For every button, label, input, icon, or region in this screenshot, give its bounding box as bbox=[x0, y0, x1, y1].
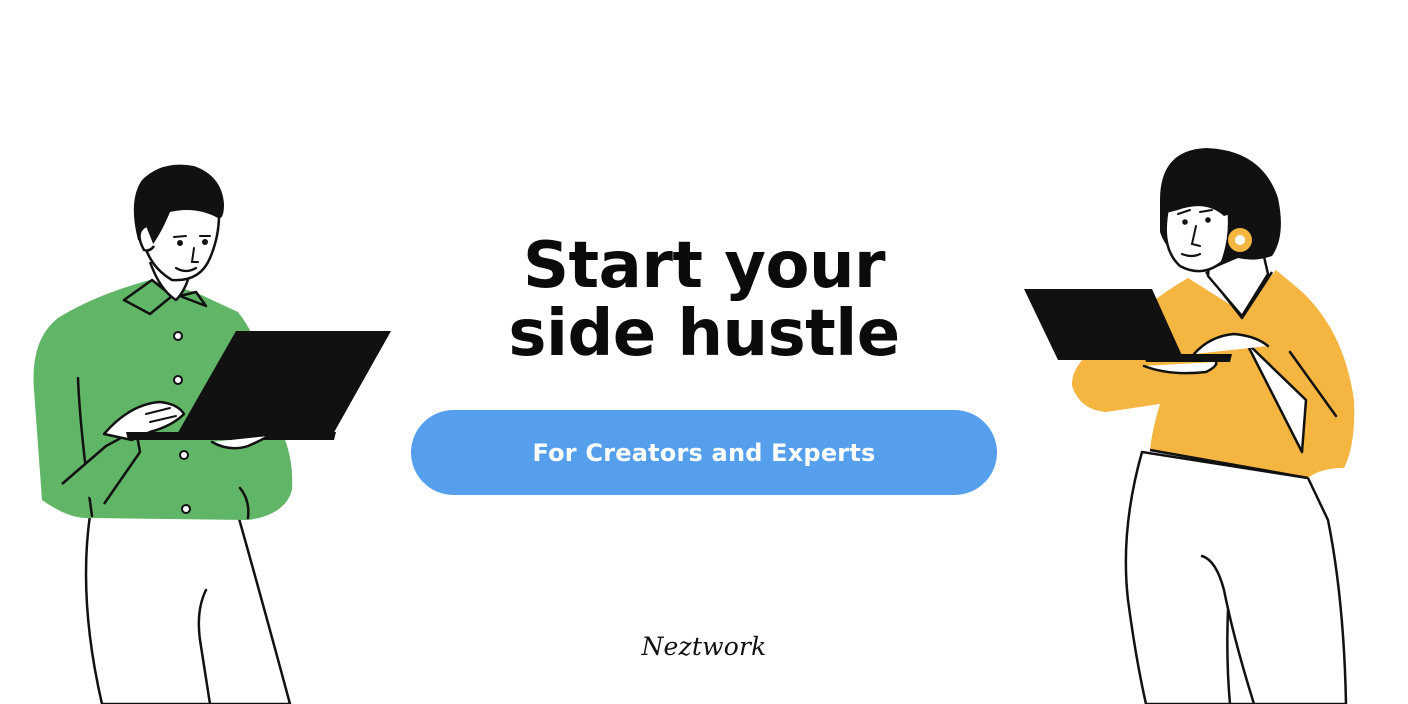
headline: Start your side hustle bbox=[404, 232, 1004, 368]
woman-with-laptop-icon bbox=[1024, 148, 1355, 704]
brand-wordmark: Neztwork bbox=[641, 632, 767, 661]
man-with-laptop-icon bbox=[33, 164, 391, 704]
banner: Start your side hustle For Creators and … bbox=[0, 0, 1408, 704]
creators-experts-button[interactable]: For Creators and Experts bbox=[411, 410, 997, 495]
headline-line-1: Start your bbox=[522, 229, 886, 303]
headline-line-2: side hustle bbox=[508, 297, 900, 371]
